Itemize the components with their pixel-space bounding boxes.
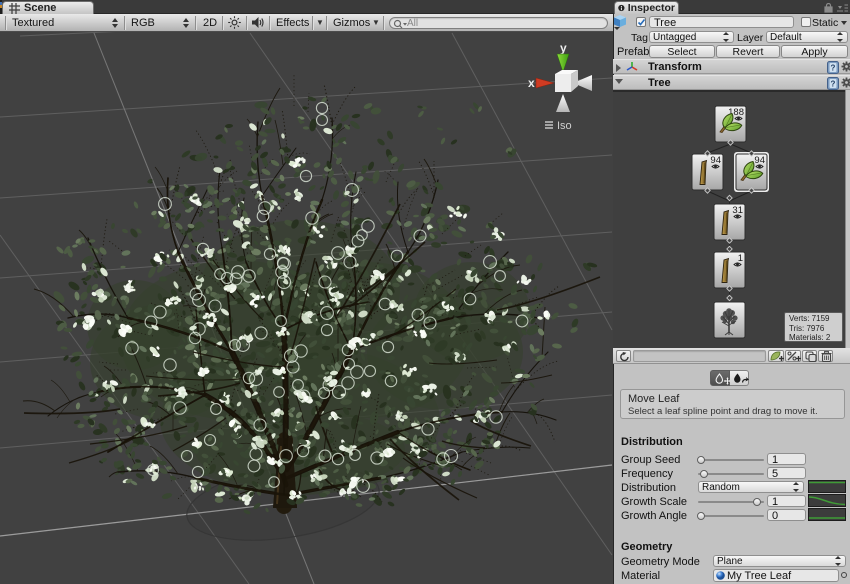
svg-text:1: 1 — [738, 253, 743, 264]
svg-text:94: 94 — [754, 155, 765, 166]
svg-text:x: x — [528, 76, 535, 90]
svg-text:?: ? — [831, 64, 836, 73]
svg-text:94: 94 — [710, 155, 721, 166]
svg-text:?: ? — [831, 80, 836, 89]
svg-text:y: y — [560, 41, 567, 55]
svg-text:31: 31 — [732, 205, 743, 216]
svg-text:Iso: Iso — [557, 120, 572, 132]
